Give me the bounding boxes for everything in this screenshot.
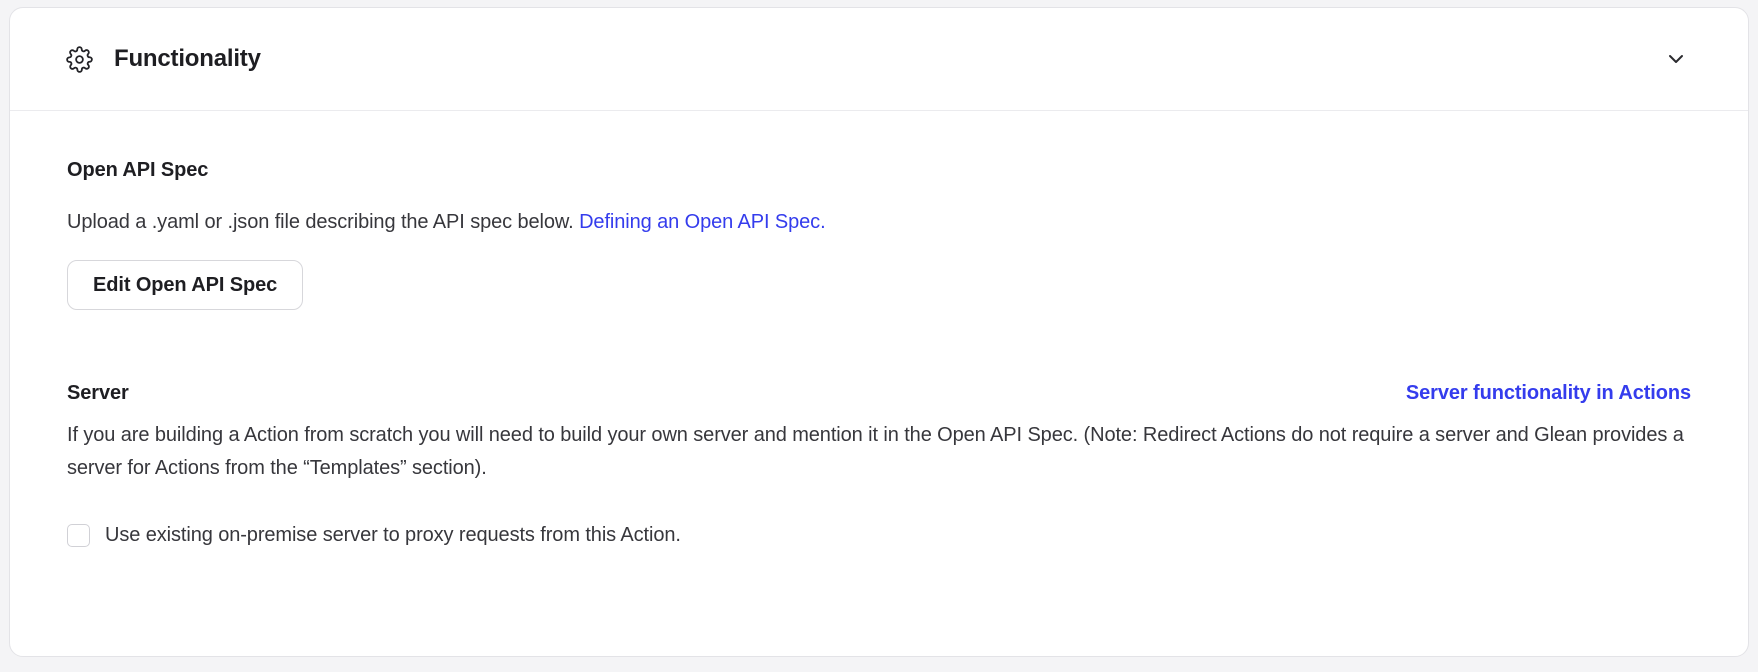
functionality-card-header[interactable]: Functionality: [10, 8, 1748, 111]
defining-open-api-spec-link[interactable]: Defining an Open API Spec.: [579, 211, 825, 233]
on-premise-checkbox[interactable]: [67, 524, 90, 547]
on-premise-checkbox-label: Use existing on-premise server to proxy …: [105, 519, 681, 552]
card-title: Functionality: [114, 45, 261, 73]
server-functionality-link[interactable]: Server functionality in Actions: [1406, 382, 1691, 405]
open-api-spec-description-text: Upload a .yaml or .json file describing …: [67, 211, 574, 233]
on-premise-checkbox-row[interactable]: Use existing on-premise server to proxy …: [67, 519, 681, 552]
server-description: If you are building a Action from scratc…: [67, 419, 1691, 485]
server-label: Server: [67, 382, 129, 405]
functionality-card: Functionality Open API Spec Upload a .ya…: [9, 7, 1749, 657]
page-background: Functionality Open API Spec Upload a .ya…: [0, 0, 1758, 672]
gear-icon: [66, 46, 93, 73]
chevron-down-icon[interactable]: [1660, 43, 1692, 75]
open-api-spec-label: Open API Spec: [67, 159, 1691, 182]
edit-open-api-spec-button[interactable]: Edit Open API Spec: [67, 260, 303, 310]
server-row: Server Server functionality in Actions: [67, 382, 1691, 405]
server-section: Server Server functionality in Actions I…: [67, 382, 1691, 552]
open-api-spec-description: Upload a .yaml or .json file describing …: [67, 206, 1691, 239]
functionality-card-body: Open API Spec Upload a .yaml or .json fi…: [10, 111, 1748, 552]
open-api-spec-section: Open API Spec Upload a .yaml or .json fi…: [67, 159, 1691, 310]
